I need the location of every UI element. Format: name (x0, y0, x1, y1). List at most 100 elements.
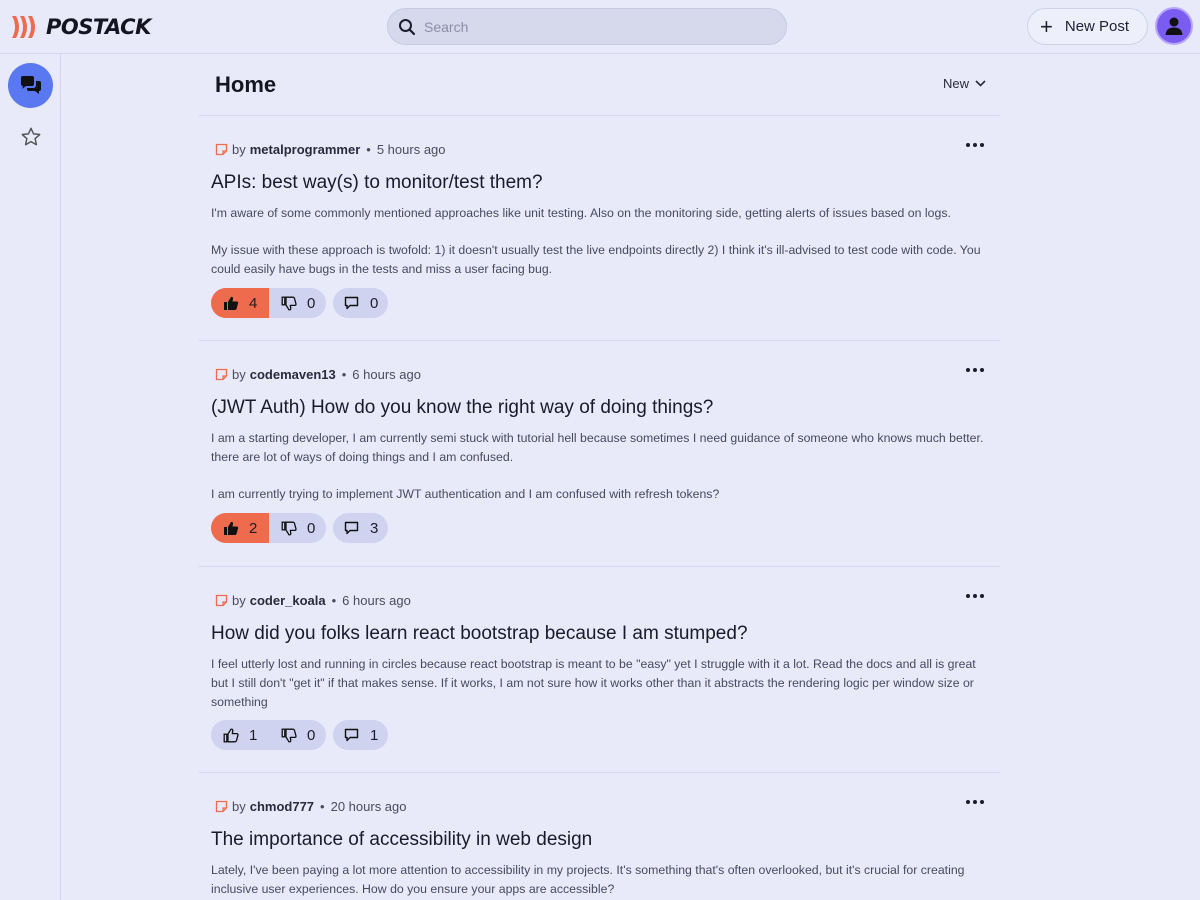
comments-button[interactable]: 1 (333, 720, 388, 750)
comments-button[interactable]: 3 (333, 513, 388, 543)
more-options-icon[interactable] (966, 800, 984, 804)
user-icon (1165, 17, 1183, 35)
chevron-down-icon (975, 80, 986, 87)
post-body-paragraph: My issue with these approach is twofold:… (211, 243, 981, 276)
more-options-icon[interactable] (966, 368, 984, 372)
post-meta: by metalprogrammer • 5 hours ago (215, 142, 446, 157)
separator-dot: • (320, 799, 325, 814)
thumbs-up-icon (223, 727, 239, 742)
post-time: 5 hours ago (376, 142, 446, 157)
post-meta: by chmod777 • 20 hours ago (215, 799, 407, 814)
comment-count: 1 (370, 726, 379, 744)
page-title: Home (215, 72, 277, 97)
downvote-count: 0 (307, 294, 316, 312)
post-body-paragraph: I am a starting developer, I am currentl… (211, 431, 984, 464)
downvote-button[interactable]: 0 (269, 513, 326, 543)
post-icon (215, 800, 228, 813)
post-icon (215, 594, 228, 607)
plus-icon: + (1040, 13, 1053, 39)
post-time: 20 hours ago (330, 799, 407, 814)
post-actions: 2 0 3 (211, 513, 388, 543)
upvote-button[interactable]: 2 (211, 513, 269, 543)
post-body: Lately, I've been paying a lot more atte… (211, 861, 991, 899)
post-title[interactable]: APIs: best way(s) to monitor/test them? (211, 172, 543, 194)
chat-bubbles-icon (20, 75, 41, 94)
post-title[interactable]: The importance of accessibility in web d… (211, 829, 592, 851)
post-list: by metalprogrammer • 5 hours ago APIs: b… (199, 116, 1000, 900)
thumbs-down-icon (281, 296, 297, 311)
post-body-paragraph: I am currently trying to implement JWT a… (211, 487, 720, 501)
post-body-paragraph: I feel utterly lost and running in circl… (211, 657, 976, 709)
thumbs-up-icon (224, 296, 239, 310)
post-icon (215, 143, 228, 156)
upvote-count: 4 (249, 294, 258, 312)
post-meta: by codemaven13 • 6 hours ago (215, 367, 421, 382)
downvote-button[interactable]: 0 (269, 720, 326, 750)
search-icon (399, 18, 416, 35)
star-icon (21, 127, 40, 145)
upvote-count: 2 (249, 519, 258, 537)
post-author[interactable]: coder_koala (250, 593, 326, 608)
new-post-label: New Post (1064, 18, 1130, 35)
sidebar-item-favorites[interactable] (8, 114, 53, 159)
post-time: 6 hours ago (352, 367, 421, 382)
post-time: 6 hours ago (342, 593, 411, 608)
comment-icon (344, 728, 359, 742)
separator-dot: • (331, 593, 337, 608)
more-options-icon[interactable] (966, 143, 984, 147)
by-label: by (232, 142, 246, 157)
post-body: I'm aware of some commonly mentioned app… (211, 204, 991, 279)
post-body: I am a starting developer, I am currentl… (211, 429, 991, 504)
by-label: by (232, 367, 246, 382)
post-author[interactable]: chmod777 (250, 799, 314, 814)
downvote-count: 0 (307, 726, 316, 744)
post-author[interactable]: codemaven13 (250, 367, 336, 382)
new-post-button[interactable]: + New Post (1027, 8, 1148, 45)
post-actions: 1 0 1 (211, 720, 388, 750)
thumbs-down-icon (281, 521, 297, 536)
top-bar: POSTACK + New Post (0, 0, 1200, 54)
feed-header: Home New (199, 54, 1000, 116)
separator-dot: • (341, 367, 347, 382)
post-card[interactable]: by codemaven13 • 6 hours ago (JWT Auth) … (199, 341, 1000, 567)
search-input[interactable] (424, 18, 754, 35)
main-feed: Home New by metalprogrammer • 5 hours ag… (199, 54, 1000, 900)
comment-count: 0 (370, 294, 379, 312)
separator-dot: • (366, 142, 371, 157)
avatar[interactable] (1155, 7, 1193, 45)
brand-name: POSTACK (46, 15, 151, 39)
by-label: by (232, 593, 246, 608)
by-label: by (232, 799, 246, 814)
sidebar-item-posts[interactable] (8, 63, 53, 108)
post-author[interactable]: metalprogrammer (250, 142, 361, 157)
vote-group: 2 0 (211, 513, 326, 543)
comment-icon (344, 521, 359, 535)
post-actions: 4 0 0 (211, 288, 388, 318)
post-card[interactable]: by coder_koala • 6 hours ago How did you… (199, 567, 1000, 773)
post-icon (215, 368, 228, 381)
upvote-count: 1 (249, 726, 258, 744)
post-meta: by coder_koala • 6 hours ago (215, 593, 411, 608)
post-card[interactable]: by metalprogrammer • 5 hours ago APIs: b… (199, 116, 1000, 341)
post-title[interactable]: How did you folks learn react bootstrap … (211, 623, 748, 645)
post-body-paragraph: I'm aware of some commonly mentioned app… (211, 206, 951, 220)
search-bar[interactable] (387, 8, 787, 45)
sidebar (0, 54, 61, 900)
downvote-count: 0 (307, 519, 316, 537)
sort-label: New (942, 76, 969, 91)
post-body: I feel utterly lost and running in circl… (211, 655, 991, 712)
post-title[interactable]: (JWT Auth) How do you know the right way… (211, 397, 713, 419)
comments-button[interactable]: 0 (333, 288, 388, 318)
downvote-button[interactable]: 0 (269, 288, 326, 318)
upvote-button[interactable]: 4 (211, 288, 269, 318)
more-options-icon[interactable] (966, 594, 984, 598)
post-card[interactable]: by chmod777 • 20 hours ago The importanc… (199, 773, 1000, 900)
logo-icon (12, 16, 35, 38)
upvote-button[interactable]: 1 (211, 720, 269, 750)
thumbs-down-icon (281, 728, 297, 743)
comment-icon (344, 296, 359, 310)
vote-group: 1 0 (211, 720, 326, 750)
logo[interactable]: POSTACK (10, 12, 151, 42)
comment-count: 3 (370, 519, 379, 537)
sort-dropdown[interactable]: New (943, 76, 986, 91)
